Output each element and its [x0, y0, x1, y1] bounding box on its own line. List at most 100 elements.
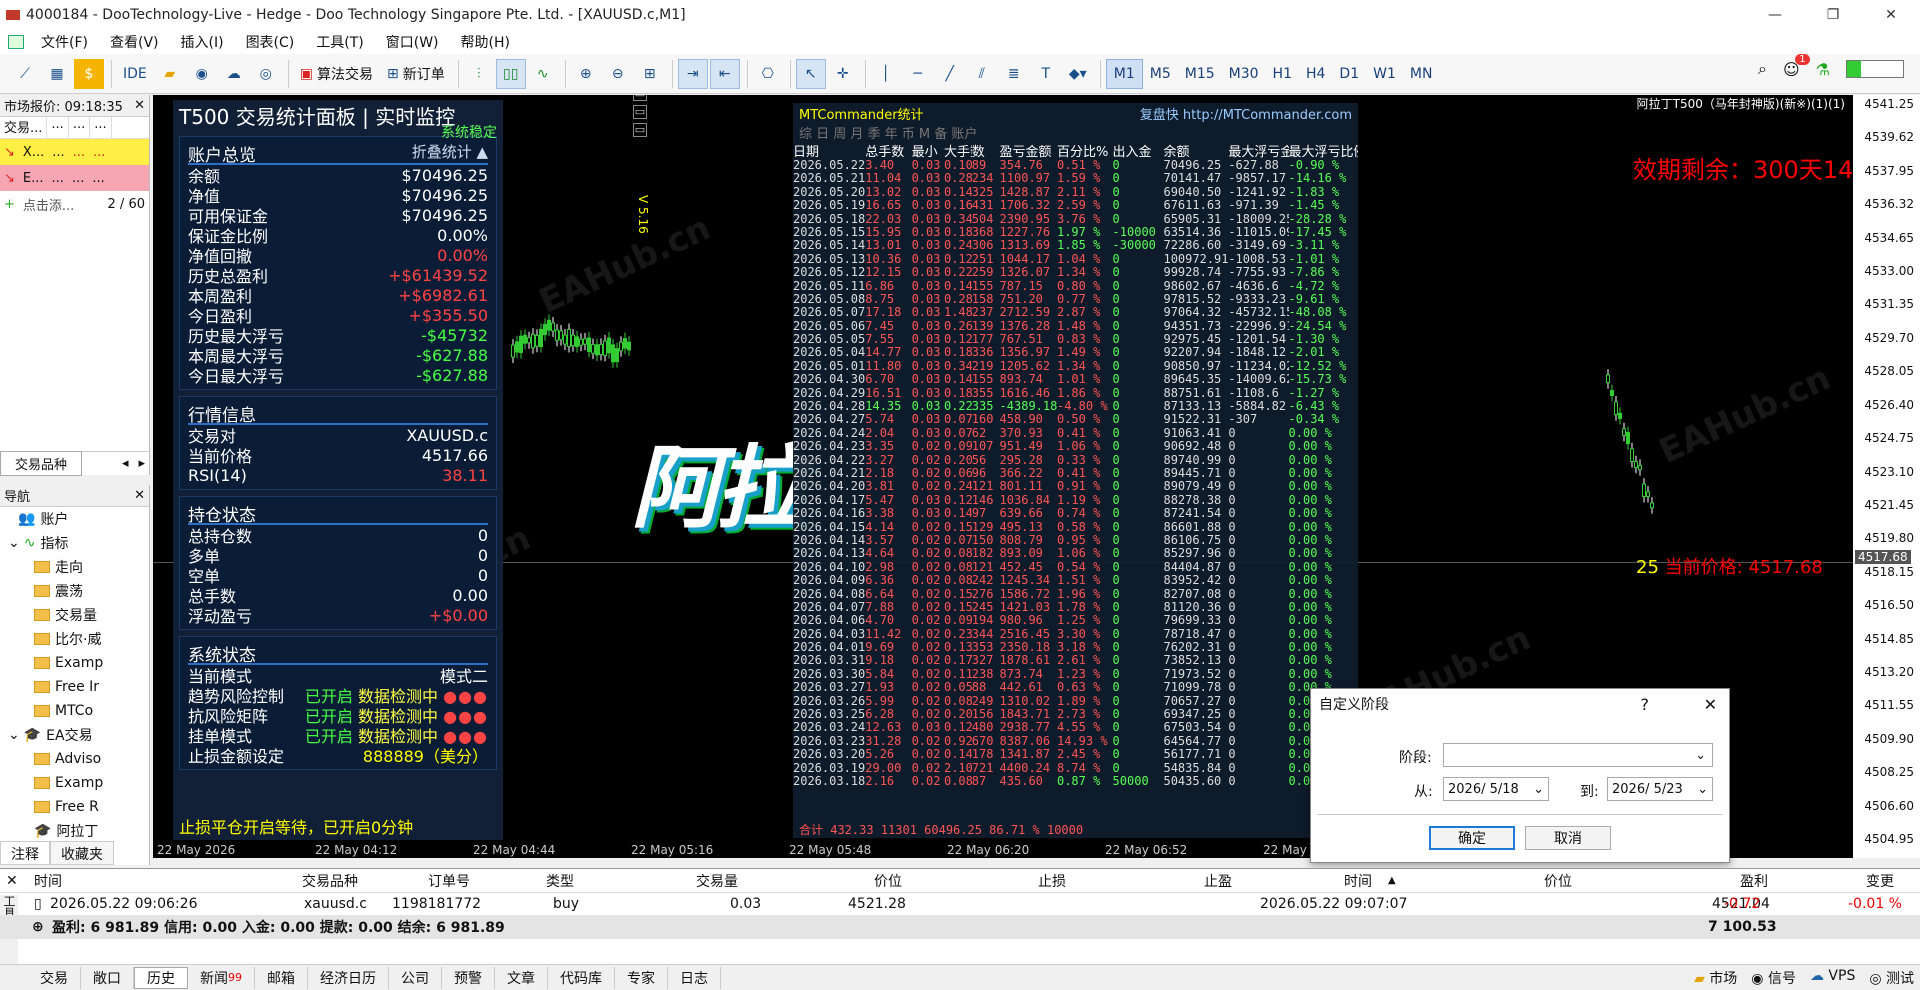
price-axis[interactable]: 4541.25 4539.62 4537.95 4536.32 4534.65 4533.… — [1853, 95, 1920, 858]
col-close-price[interactable]: 价位 — [1544, 871, 1572, 891]
nav-trend[interactable]: 走向 — [8, 555, 149, 579]
tab-journal[interactable]: 日志 — [668, 966, 721, 989]
tf-m1[interactable]: M1 — [1105, 58, 1143, 89]
col-symbol[interactable]: 交易... — [0, 117, 48, 138]
tab-symbols[interactable]: 交易品种 — [0, 451, 83, 476]
to-date-picker[interactable]: 2026/ 5/23 ⌄ — [1607, 777, 1713, 801]
panel-toggle-icon[interactable]: ▭ — [633, 105, 647, 119]
nav-experts[interactable]: ⌄ 🎓 EA交易 — [8, 723, 149, 747]
chart-shift-icon[interactable]: ⇤ — [709, 58, 740, 89]
tf-mn[interactable]: MN — [1403, 59, 1440, 89]
collapse-stats-button[interactable]: 折叠统计 ▲ — [412, 141, 488, 163]
col-change[interactable]: 变更 — [1866, 871, 1894, 891]
tab-calendar[interactable]: 经济日历 — [308, 966, 389, 989]
tab-alerts[interactable]: 预警 — [442, 966, 495, 989]
col-volume[interactable]: 交易量 — [696, 871, 738, 891]
cloud-icon[interactable]: ☁ — [219, 59, 249, 89]
panel-toggle-icon[interactable]: ▭ — [633, 95, 647, 101]
scroll-left-icon[interactable]: ◂ — [117, 456, 134, 471]
cursor-icon[interactable]: ↖ — [795, 58, 826, 89]
col-time[interactable]: 时间 — [34, 871, 62, 891]
nav-examples[interactable]: Examp — [8, 651, 149, 675]
nav-indicators[interactable]: ⌄ ∿ 指标 — [8, 531, 149, 555]
ide-button[interactable]: IDE — [117, 59, 153, 89]
nav-aladdin[interactable]: 🎓 阿拉丁 — [8, 819, 149, 843]
menu-view[interactable]: 查看(V) — [99, 32, 170, 52]
plus-icon[interactable]: ⊕ — [32, 919, 44, 935]
market-row-eur[interactable]: ↘ E... ... ... ... — [0, 165, 149, 191]
menu-charts[interactable]: 图表(C) — [235, 32, 306, 52]
nav-examples-ea[interactable]: Examp — [8, 771, 149, 795]
mtc-period-tabs[interactable]: 综 日 周 月 季 年 币 M 备 账户 — [793, 123, 1358, 142]
nav-advisors[interactable]: Adviso — [8, 747, 149, 771]
dialog-close-button[interactable]: ✕ — [1704, 695, 1717, 714]
scroll-right-icon[interactable]: ▸ — [133, 456, 150, 471]
shapes-icon[interactable]: ◆▾ — [1063, 59, 1093, 89]
stage-select[interactable]: ⌄ — [1443, 743, 1713, 767]
close-icon[interactable]: ✕ — [6, 873, 18, 889]
menu-tools[interactable]: 工具(T) — [305, 32, 374, 52]
line-icon[interactable]: ∿ — [528, 59, 558, 89]
status-signals[interactable]: ◉ 信号 — [1751, 968, 1796, 988]
chart-template-icon[interactable]: ▦ — [42, 59, 72, 89]
help-icon[interactable]: ? — [1641, 695, 1650, 714]
chart-menu-icon[interactable] — [8, 35, 24, 49]
close-icon[interactable]: ✕ — [134, 98, 145, 113]
market-icon[interactable]: ⚗ — [1816, 60, 1830, 79]
nav-mtco[interactable]: MTCo — [8, 699, 149, 723]
chat-icon[interactable]: ☺ 1 — [1783, 53, 1810, 79]
tab-articles[interactable]: 文章 — [495, 966, 548, 989]
add-symbol-row[interactable]: + 点击添... 2 / 60 — [0, 191, 149, 217]
trendline-icon[interactable]: ╱ — [935, 59, 965, 89]
signal-icon[interactable]: ◉ — [187, 59, 217, 89]
from-date-picker[interactable]: 2026/ 5/18 ⌄ — [1443, 777, 1549, 801]
fibonacci-icon[interactable]: ≣ — [999, 59, 1029, 89]
col-ask[interactable]: ... — [69, 117, 91, 138]
algo-trading-button[interactable]: ▣ 算法交易 — [294, 59, 379, 89]
close-icon[interactable]: ✕ — [134, 488, 145, 503]
nav-oscillators[interactable]: 震荡 — [8, 579, 149, 603]
mtc-link[interactable]: 复盘快 http://MTCommander.com — [1140, 104, 1352, 123]
cancel-button[interactable]: 取消 — [1525, 826, 1611, 850]
grid-icon[interactable]: ⊞ — [635, 59, 665, 89]
horizontal-line-icon[interactable]: ─ — [903, 59, 933, 89]
tf-w1[interactable]: W1 — [1366, 59, 1403, 89]
menu-file[interactable]: 文件(F) — [30, 32, 99, 52]
status-tester[interactable]: ◎ 测试 — [1869, 968, 1914, 988]
tf-h1[interactable]: H1 — [1266, 59, 1299, 89]
line-chart-icon[interactable]: ⟋ — [10, 59, 40, 89]
col-profit[interactable]: 盈利 — [1740, 871, 1768, 891]
candlestick-icon[interactable]: ▯▯ — [495, 58, 526, 89]
vps-icon[interactable]: ◎ — [251, 59, 281, 89]
history-row[interactable]: ▯ 2026.05.22 09:06:26 xauusd.c 119818177… — [0, 893, 1920, 915]
new-order-button[interactable]: ⊞ 新订单 — [381, 59, 451, 89]
close-window-button[interactable]: ✕ — [1862, 0, 1920, 30]
nav-free-indicators[interactable]: Free Ir — [8, 675, 149, 699]
nav-free-robots[interactable]: Free R — [8, 795, 149, 819]
tab-company[interactable]: 公司 — [389, 966, 442, 989]
col-sl[interactable]: 止损 — [1038, 871, 1066, 891]
tab-codebase[interactable]: 代码库 — [548, 966, 615, 989]
menu-window[interactable]: 窗口(W) — [375, 32, 450, 52]
tab-comments[interactable]: 注释 — [0, 841, 50, 865]
minimize-button[interactable]: — — [1746, 0, 1804, 30]
tab-experts[interactable]: 专家 — [615, 966, 668, 989]
bag-icon[interactable]: ▰ — [155, 59, 185, 89]
search-icon[interactable]: ⌕ — [1758, 59, 1767, 79]
tab-news[interactable]: 新闻 99 — [188, 966, 255, 989]
col-close-time[interactable]: 时间 — [1344, 871, 1372, 891]
nav-bill-williams[interactable]: 比尔·威 — [8, 627, 149, 651]
tab-mailbox[interactable]: 邮箱 — [255, 966, 308, 989]
dollar-icon[interactable]: $ — [74, 58, 104, 89]
zoom-out-icon[interactable]: ⊖ — [603, 59, 633, 89]
restore-button[interactable]: ❐ — [1804, 0, 1862, 30]
ok-button[interactable]: 确定 — [1429, 826, 1515, 850]
col-bid[interactable]: ... — [47, 117, 69, 138]
menu-insert[interactable]: 插入(I) — [170, 32, 235, 52]
tf-m30[interactable]: M30 — [1222, 59, 1266, 89]
tab-history[interactable]: 历史 — [134, 966, 188, 989]
channel-icon[interactable]: ⫽ — [967, 59, 997, 89]
tf-h4[interactable]: H4 — [1299, 59, 1332, 89]
col-change[interactable]: ... — [90, 117, 112, 138]
status-market[interactable]: ▰ 市场 — [1694, 968, 1737, 988]
